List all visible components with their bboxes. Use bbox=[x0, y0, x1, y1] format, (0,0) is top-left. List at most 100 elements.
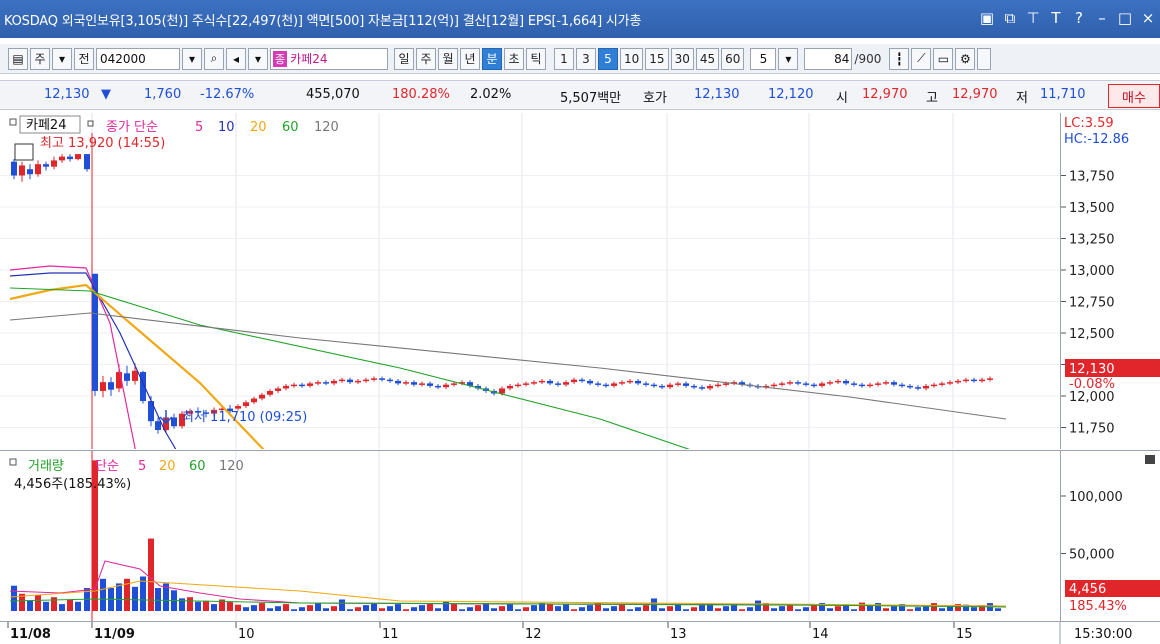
candle bbox=[843, 378, 849, 386]
interval-tab-15[interactable]: 15 bbox=[645, 47, 669, 70]
code-dropdown-icon[interactable]: ▾ bbox=[182, 47, 202, 70]
vol-tick-label: 100,000 bbox=[1069, 490, 1123, 505]
code-input[interactable]: 042000 bbox=[96, 47, 180, 70]
interval-tab-1[interactable]: 1 bbox=[554, 47, 574, 70]
lc-label: LC:3.59 bbox=[1064, 116, 1114, 131]
candle bbox=[851, 381, 857, 387]
font-size-icon[interactable]: T bbox=[1048, 9, 1064, 27]
volume-bar bbox=[851, 609, 857, 611]
all-select[interactable]: 전 bbox=[74, 47, 94, 70]
volume-indicator: 단순 bbox=[95, 459, 119, 474]
period-tab-2[interactable]: 월 bbox=[438, 47, 458, 70]
period-tabs: 일주월년분초틱 bbox=[394, 47, 546, 70]
candle bbox=[51, 156, 57, 170]
volume-bar bbox=[715, 608, 721, 611]
interval-tab-5[interactable]: 5 bbox=[598, 47, 618, 70]
candle bbox=[683, 381, 689, 388]
candle bbox=[915, 385, 921, 391]
volume-chart-panel[interactable]: 거래량 단순 5 20 60 120 4,456주(185.43%) bbox=[0, 450, 1060, 622]
price-tick-label: 13,750 bbox=[1069, 170, 1115, 185]
n-dropdown-icon[interactable]: ▾ bbox=[778, 47, 799, 70]
candle bbox=[395, 378, 401, 386]
volume-bar bbox=[531, 605, 537, 611]
period-tab-4[interactable]: 분 bbox=[482, 47, 502, 70]
candle bbox=[11, 159, 17, 180]
candle bbox=[531, 380, 537, 386]
stock-name-field[interactable]: 종 카페24 bbox=[270, 47, 388, 70]
interval-tab-45[interactable]: 45 bbox=[695, 47, 720, 70]
period-tab-0[interactable]: 일 bbox=[394, 47, 414, 70]
buy-button[interactable]: 매수 bbox=[1108, 84, 1160, 108]
candle bbox=[75, 154, 81, 161]
candle bbox=[579, 377, 585, 383]
hoga-label: 호가 bbox=[643, 91, 667, 106]
candle bbox=[243, 400, 249, 408]
volume-bar bbox=[187, 597, 193, 611]
pin-icon[interactable]: ⊤ bbox=[1025, 9, 1041, 27]
maximize-icon[interactable]: □ bbox=[1117, 9, 1133, 27]
volume-bar bbox=[323, 608, 329, 611]
speaker-dropdown-icon[interactable]: ▾ bbox=[248, 47, 268, 70]
volume-bar bbox=[859, 602, 865, 611]
period-tab-6[interactable]: 틱 bbox=[526, 47, 546, 70]
close-icon[interactable]: × bbox=[1140, 9, 1156, 27]
candle-type-icon[interactable]: ┇ bbox=[889, 47, 910, 70]
period-tab-1[interactable]: 주 bbox=[416, 47, 436, 70]
count-input[interactable]: 84 bbox=[804, 47, 853, 70]
checkbox-icon[interactable] bbox=[977, 47, 992, 70]
candle bbox=[827, 380, 833, 386]
ma-label-5: 5 bbox=[195, 120, 203, 135]
period-tab-5[interactable]: 초 bbox=[504, 47, 524, 70]
volume-bar bbox=[371, 603, 377, 611]
volume-bar bbox=[475, 605, 481, 611]
gear-icon[interactable]: ⚙ bbox=[955, 47, 976, 70]
volume-bar bbox=[995, 608, 1001, 611]
chevron-down-icon[interactable]: ▾ bbox=[52, 47, 72, 70]
interval-tab-3[interactable]: 3 bbox=[576, 47, 596, 70]
market-select[interactable]: 주 bbox=[30, 47, 50, 70]
line-type-icon[interactable]: ⟋ bbox=[911, 47, 932, 70]
volume-axis: 100,000 50,000 4,456 185.43% bbox=[1060, 450, 1160, 621]
n-value-field[interactable]: 5 bbox=[750, 47, 777, 70]
candle bbox=[979, 377, 985, 383]
interval-tab-30[interactable]: 30 bbox=[670, 47, 694, 70]
help-icon[interactable]: ? bbox=[1071, 9, 1087, 27]
volume-bar bbox=[251, 605, 257, 611]
price-chart-panel[interactable]: 카페24 종가 단순 5 10 20 60 120 최고 13,920 (14:55) 최저 1… bbox=[0, 113, 1060, 509]
ma120-line bbox=[9, 312, 1007, 420]
layout-icon[interactable]: ▣ bbox=[979, 9, 995, 27]
popup-icon[interactable]: ⧉ bbox=[1002, 9, 1018, 27]
interval-tab-60[interactable]: 60 bbox=[721, 47, 745, 70]
volume-bar bbox=[499, 606, 505, 611]
volume-bar bbox=[795, 609, 801, 611]
minimize-icon[interactable]: – bbox=[1094, 9, 1110, 27]
volume-bar bbox=[132, 586, 138, 611]
speaker-icon[interactable]: ◂ bbox=[226, 47, 246, 70]
price-axis: 13,75013,50013,25013,00012,75012,50012,2… bbox=[1060, 113, 1160, 449]
ma-label-10: 10 bbox=[218, 120, 235, 135]
time-axis-svg: 11/08 11/09 10 11 12 13 14 15 15:30:00 bbox=[7, 622, 1132, 644]
price-tick-label: 11,750 bbox=[1069, 422, 1115, 437]
menu-icon[interactable]: ▤ bbox=[8, 47, 28, 70]
ask-price: 12,130 bbox=[694, 87, 740, 102]
candle bbox=[699, 385, 705, 391]
search-icon[interactable]: ⌕ bbox=[204, 47, 224, 70]
table-icon[interactable] bbox=[14, 143, 34, 161]
volume-bar bbox=[259, 603, 265, 611]
volume-bar bbox=[27, 600, 33, 611]
volume-bar bbox=[235, 604, 241, 611]
volume-bar bbox=[571, 609, 577, 611]
save-icon[interactable]: ▭ bbox=[933, 47, 954, 70]
x-tick-label: 14 bbox=[812, 627, 829, 642]
interval-tab-10[interactable]: 10 bbox=[620, 47, 644, 70]
candle bbox=[307, 381, 313, 388]
panel-maximize-icon[interactable] bbox=[1145, 455, 1155, 464]
candle bbox=[691, 384, 697, 390]
candle bbox=[379, 376, 385, 382]
candle bbox=[67, 154, 73, 162]
volume-bar bbox=[155, 588, 161, 611]
volume-chart[interactable]: 거래량 단순 5 20 60 120 4,456주(185.43%) bbox=[0, 451, 1060, 622]
price-chart[interactable]: 카페24 종가 단순 5 10 20 60 120 최고 13,920 (14:55) 최저 1… bbox=[0, 113, 1060, 509]
volume-bar bbox=[907, 609, 913, 611]
period-tab-3[interactable]: 년 bbox=[460, 47, 480, 70]
